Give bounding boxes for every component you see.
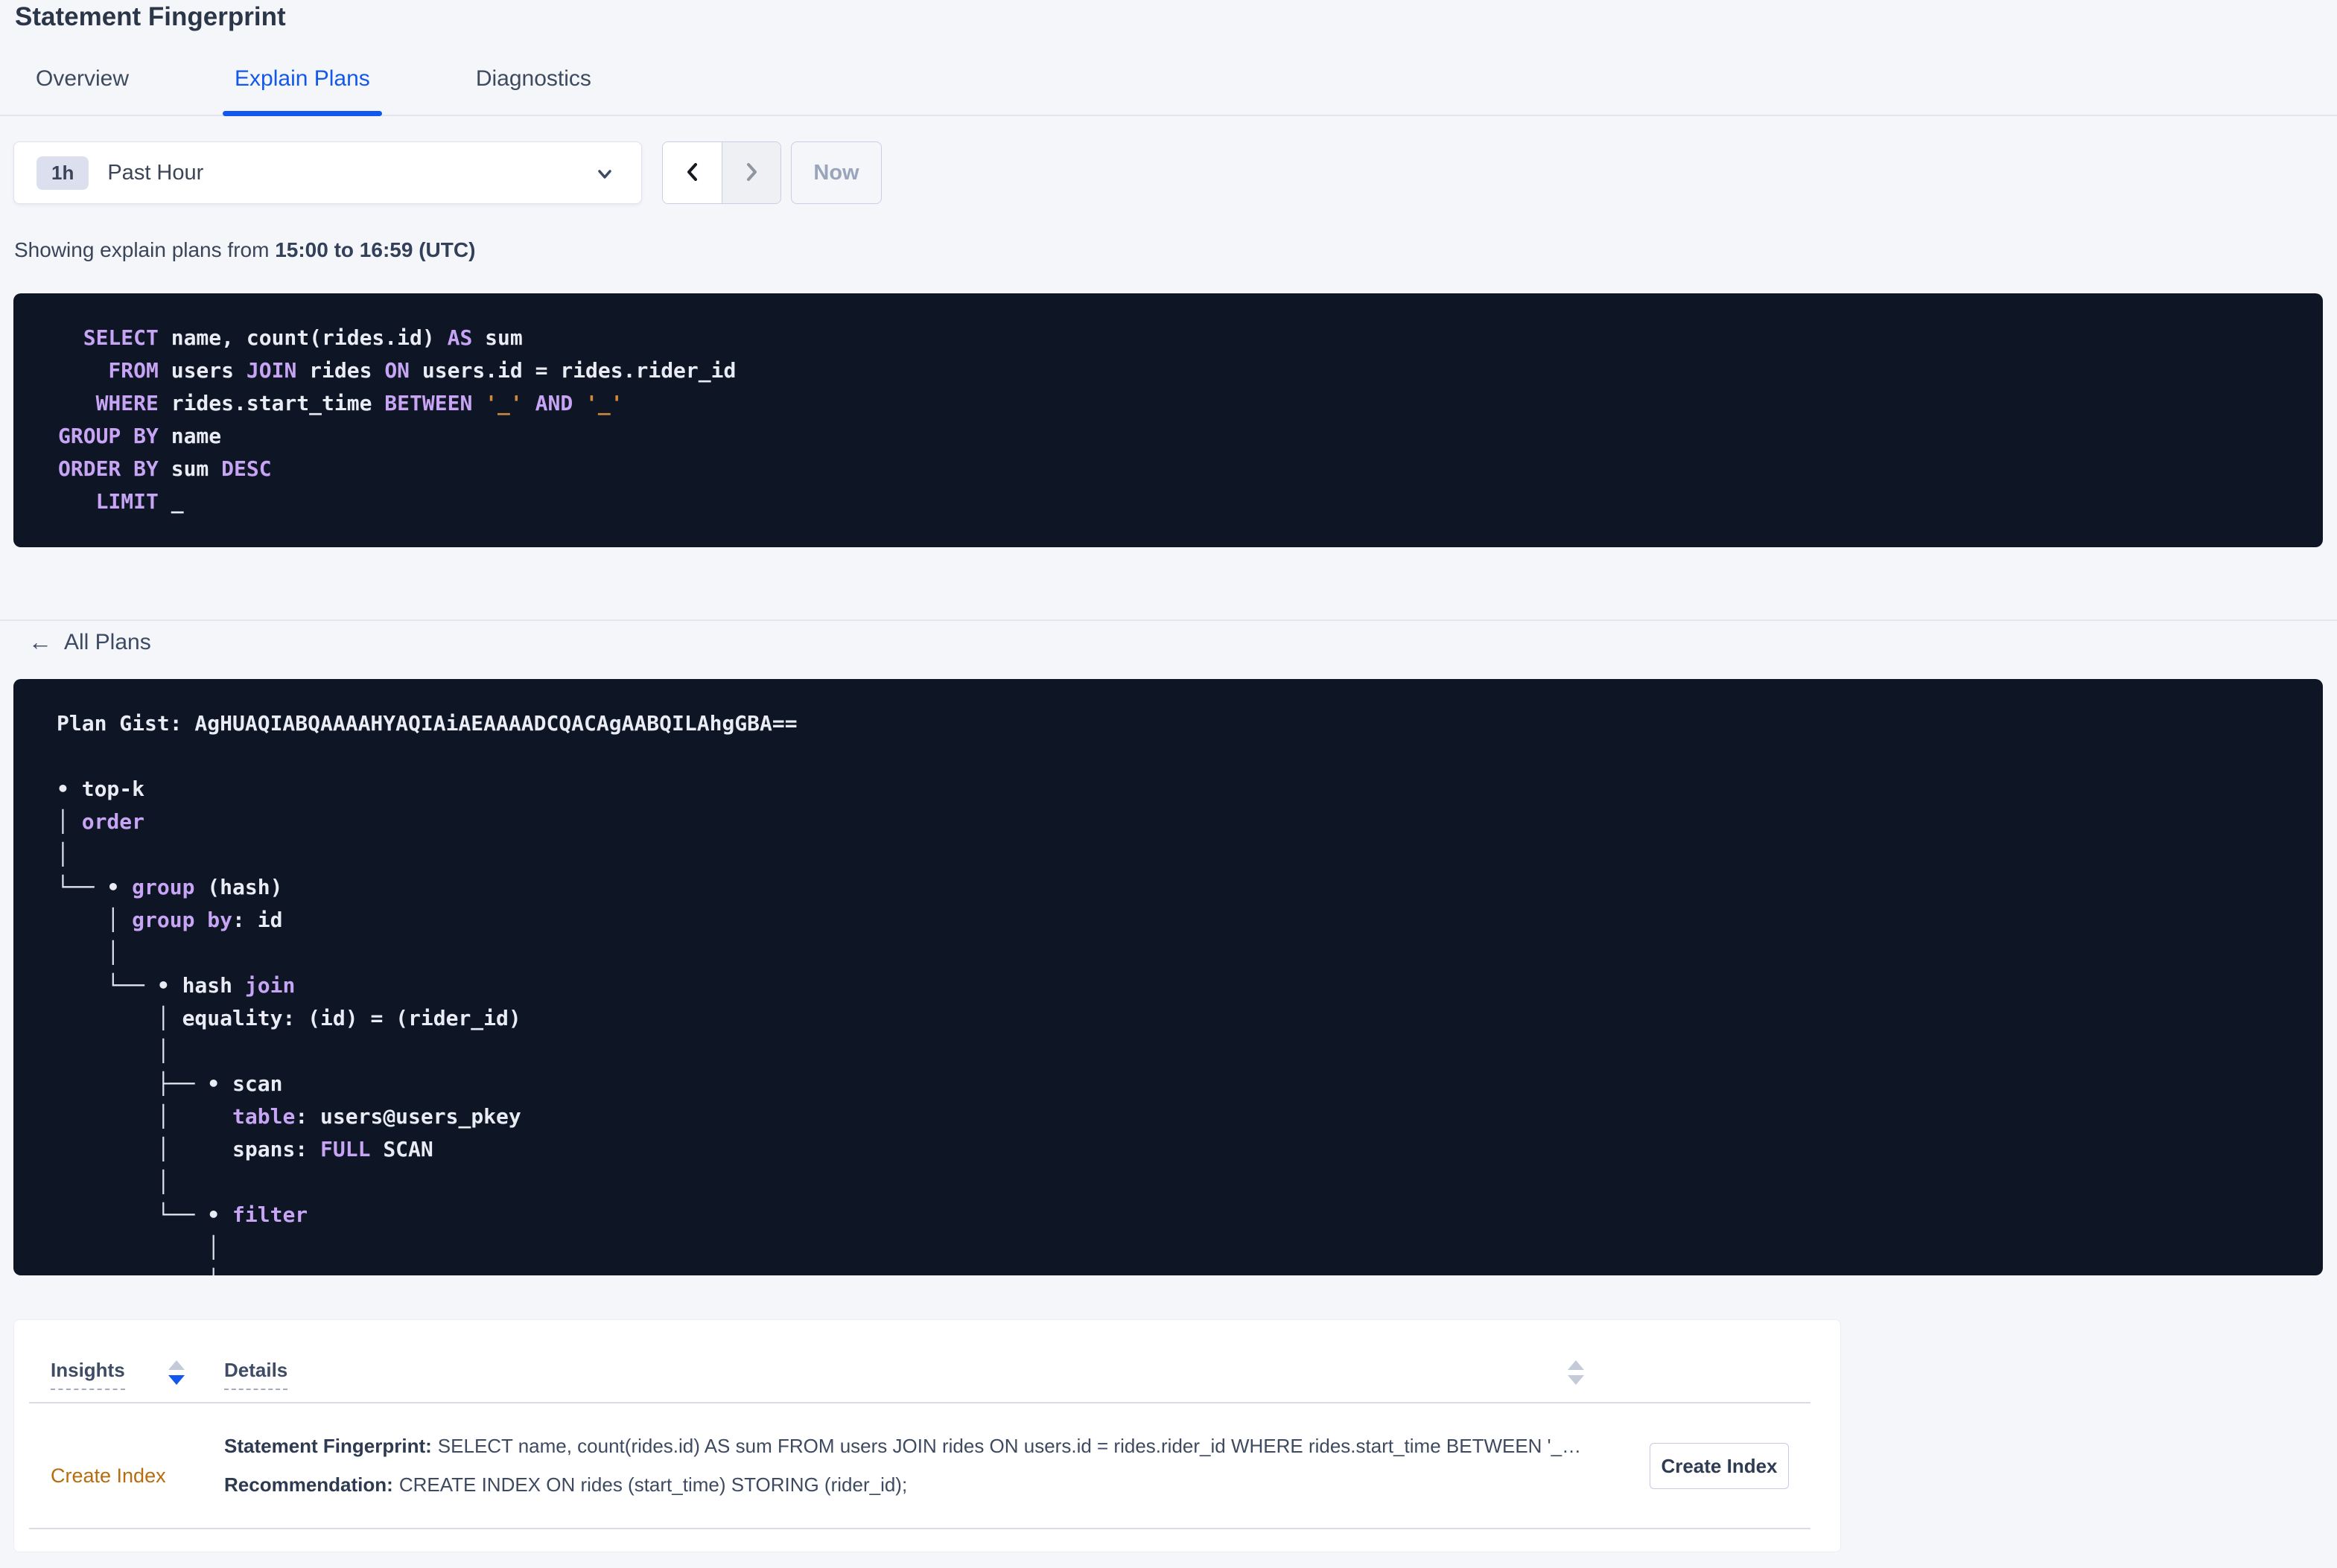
plan-gist-block: Plan Gist: AgHUAQIABQAAAAHYAQIAiAEAAAADC…	[13, 679, 2323, 1275]
now-button[interactable]: Now	[791, 141, 882, 204]
sort-icon[interactable]	[168, 1360, 185, 1385]
next-interval-button[interactable]	[722, 142, 780, 203]
column-header-details[interactable]: Details	[224, 1359, 288, 1390]
previous-interval-button[interactable]	[663, 142, 722, 203]
insight-details-cell: Statement Fingerprint: SELECT name, count…	[224, 1427, 1602, 1504]
statement-fingerprint-page: Statement Fingerprint Overview Explain P…	[0, 0, 2337, 1568]
tab-bar: Overview Explain Plans Diagnostics	[0, 43, 2337, 116]
sql-statement-block: SELECT name, count(rides.id) AS sum FROM…	[13, 293, 2323, 547]
table-header-divider	[29, 1402, 1810, 1403]
insight-type-label: Create Index	[51, 1465, 166, 1487]
back-link-label: All Plans	[64, 629, 151, 654]
tab-explain-plans[interactable]: Explain Plans	[223, 43, 382, 116]
statement-fingerprint-line: Statement Fingerprint: SELECT name, count…	[224, 1427, 1602, 1465]
section-divider	[0, 619, 2337, 621]
table-row-divider	[29, 1528, 1810, 1529]
interval-label: Past Hour	[107, 160, 204, 185]
interval-badge: 1h	[36, 156, 89, 190]
recommendation-label: Recommendation:	[224, 1473, 393, 1496]
insights-table: Insights Details Create Index Statement …	[13, 1319, 1841, 1552]
chevron-right-icon	[740, 160, 763, 186]
fingerprint-label: Statement Fingerprint:	[224, 1435, 432, 1457]
chevron-down-icon	[594, 163, 616, 189]
create-index-button[interactable]: Create Index	[1650, 1443, 1789, 1489]
sort-icon[interactable]	[1568, 1360, 1584, 1385]
page-title: Statement Fingerprint	[15, 2, 286, 31]
all-plans-back-link[interactable]: All Plans	[28, 628, 151, 656]
back-arrow-icon	[28, 628, 52, 656]
recommendation-text: CREATE INDEX ON rides (start_time) STORI…	[398, 1473, 908, 1496]
time-controls: 1h Past Hour Now	[13, 141, 882, 204]
recommendation-line: Recommendation: CREATE INDEX ON rides (st…	[224, 1465, 1602, 1504]
tab-diagnostics[interactable]: Diagnostics	[464, 43, 603, 115]
time-interval-dropdown[interactable]: 1h Past Hour	[13, 141, 642, 204]
tab-overview[interactable]: Overview	[24, 43, 141, 115]
time-range-status: Showing explain plans from 15:00 to 16:5…	[14, 238, 475, 262]
fingerprint-text: SELECT name, count(rides.id) AS sum FROM…	[437, 1435, 1582, 1457]
status-prefix: Showing explain plans from	[14, 238, 276, 261]
status-range: 15:00 to 16:59 (UTC)	[275, 238, 476, 261]
chevron-left-icon	[681, 160, 705, 186]
column-header-insights[interactable]: Insights	[51, 1359, 125, 1390]
time-nav-group	[662, 141, 781, 204]
